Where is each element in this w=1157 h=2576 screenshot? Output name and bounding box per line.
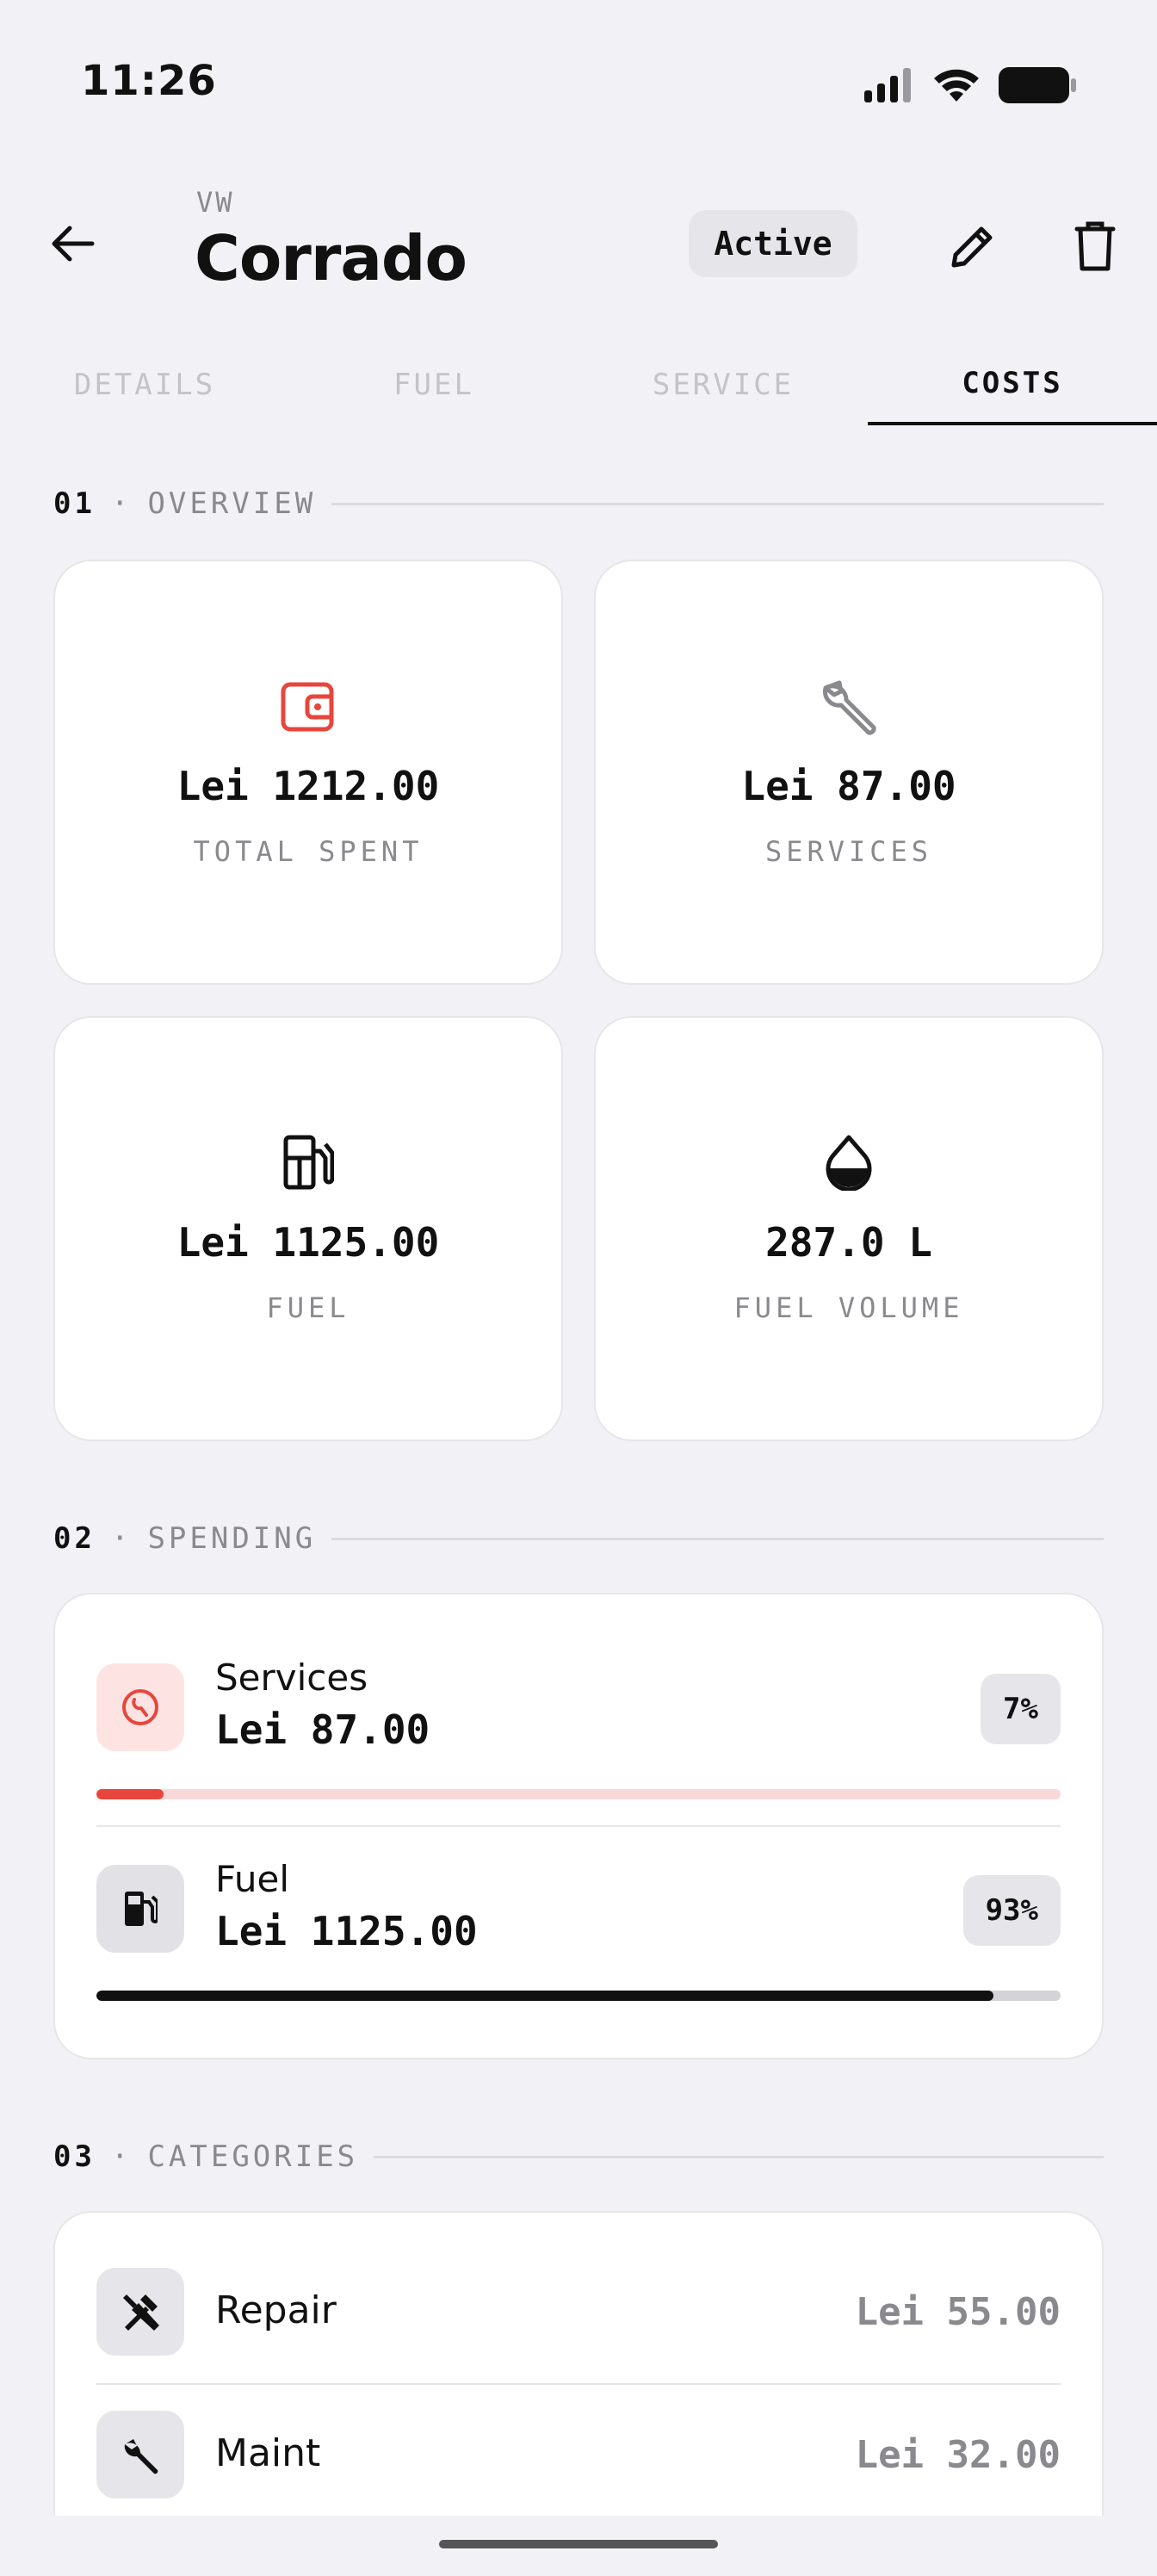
category-name: Repair (215, 2288, 337, 2332)
home-indicator[interactable] (439, 2540, 718, 2548)
category-icon-tile (96, 2268, 184, 2356)
stat-value: Lei 1212.00 (176, 763, 440, 809)
section-header-categories: 03 · CATEGORIES (53, 2135, 1104, 2178)
stat-value: Lei 1125.00 (176, 1219, 440, 1266)
edit-button[interactable] (938, 212, 1007, 281)
wrench-icon (124, 2439, 158, 2474)
section-header-overview: 01 · OVERVIEW (53, 482, 1104, 525)
spend-icon-tile (96, 1865, 184, 1953)
stat-card-fuel-volume: 287.0 L FUEL VOLUME (594, 1016, 1104, 1441)
section-separator: · (110, 2139, 133, 2174)
category-name: Maint (215, 2431, 321, 2475)
stat-label: FUEL (266, 1291, 350, 1324)
vehicle-make: VW (196, 186, 235, 219)
section-divider (331, 1537, 1104, 1540)
progress-fill (96, 1991, 993, 2001)
spend-amount: Lei 1125.00 (215, 1908, 478, 1954)
progress-track (96, 1991, 1061, 2001)
fuel-pump-icon (125, 1892, 158, 1926)
section-separator: · (110, 486, 133, 521)
section-divider (331, 502, 1104, 505)
vehicle-header: VW Corrado Active (0, 169, 1157, 324)
screen: 11:26 VW Corrado Active DETAILS FUEL SER… (0, 0, 1157, 2576)
spending-card: Services Lei 87.00 7% Fuel Lei 1125.00 9… (53, 1593, 1104, 2059)
section-number: 02 (53, 1521, 96, 1556)
wallet-icon (281, 682, 334, 732)
overview-grid: Lei 1212.00 TOTAL SPENT Lei 87.00 SERVIC… (53, 560, 1104, 1441)
stat-card-fuel: Lei 1125.00 FUEL (53, 1016, 563, 1441)
category-amount: Lei 32.00 (855, 2433, 1061, 2477)
section-title: OVERVIEW (147, 486, 317, 521)
delete-button[interactable] (1061, 212, 1129, 281)
category-amount: Lei 55.00 (855, 2290, 1061, 2334)
section-number: 01 (53, 486, 96, 521)
tab-service[interactable]: SERVICE (578, 344, 868, 425)
spending-row-fuel[interactable]: Fuel Lei 1125.00 93% (96, 1796, 1061, 2001)
arrow-left-icon (52, 226, 95, 262)
section-number: 03 (53, 2139, 96, 2174)
section-title: CATEGORIES (147, 2139, 359, 2174)
percent-badge: 93% (962, 1875, 1061, 1946)
stat-label: TOTAL SPENT (193, 835, 424, 868)
stat-value: 287.0 L (765, 1219, 932, 1266)
spend-amount: Lei 87.00 (215, 1706, 430, 1753)
wifi-icon (934, 69, 979, 102)
section-divider (374, 2155, 1104, 2158)
spend-icon-tile (96, 1663, 184, 1751)
signal-icon (864, 68, 911, 102)
hammer-wrench-icon (123, 2294, 159, 2331)
spend-name: Fuel (215, 1858, 289, 1900)
battery-icon (999, 67, 1076, 103)
service-icon (122, 1689, 158, 1725)
tab-costs[interactable]: COSTS (868, 344, 1157, 425)
category-row-repair[interactable]: Repair Lei 55.00 (96, 2242, 1061, 2383)
section-header-spending: 02 · SPENDING (53, 1517, 1104, 1560)
stat-value: Lei 87.00 (741, 763, 956, 809)
drop-icon (826, 1135, 872, 1191)
percent-badge: 7% (981, 1674, 1061, 1744)
tab-fuel[interactable]: FUEL (289, 344, 578, 425)
fuel-pump-icon (283, 1135, 334, 1190)
back-button[interactable] (43, 214, 103, 274)
section-title: SPENDING (147, 1521, 317, 1556)
stat-card-total-spent: Lei 1212.00 TOTAL SPENT (53, 560, 563, 985)
spend-name: Services (215, 1656, 368, 1699)
stat-label: SERVICES (764, 835, 933, 868)
tab-bar: DETAILS FUEL SERVICE COSTS (0, 344, 1157, 425)
vehicle-model-title: Corrado (195, 222, 467, 294)
status-badge: Active (689, 210, 857, 277)
stat-label: FUEL VOLUME (733, 1291, 964, 1324)
spending-row-services[interactable]: Services Lei 87.00 7% (96, 1595, 1061, 1799)
pencil-icon (951, 226, 993, 268)
status-time: 11:26 (81, 57, 217, 105)
trash-icon (1074, 221, 1116, 271)
tab-details[interactable]: DETAILS (0, 344, 289, 425)
category-icon-tile (96, 2411, 184, 2499)
status-bar: 11:26 (0, 0, 1157, 155)
section-separator: · (110, 1521, 133, 1556)
status-icons (863, 65, 1078, 105)
stat-card-services: Lei 87.00 SERVICES (594, 560, 1104, 985)
wrench-icon (822, 680, 876, 735)
category-row-maint[interactable]: Maint Lei 32.00 (96, 2385, 1061, 2526)
